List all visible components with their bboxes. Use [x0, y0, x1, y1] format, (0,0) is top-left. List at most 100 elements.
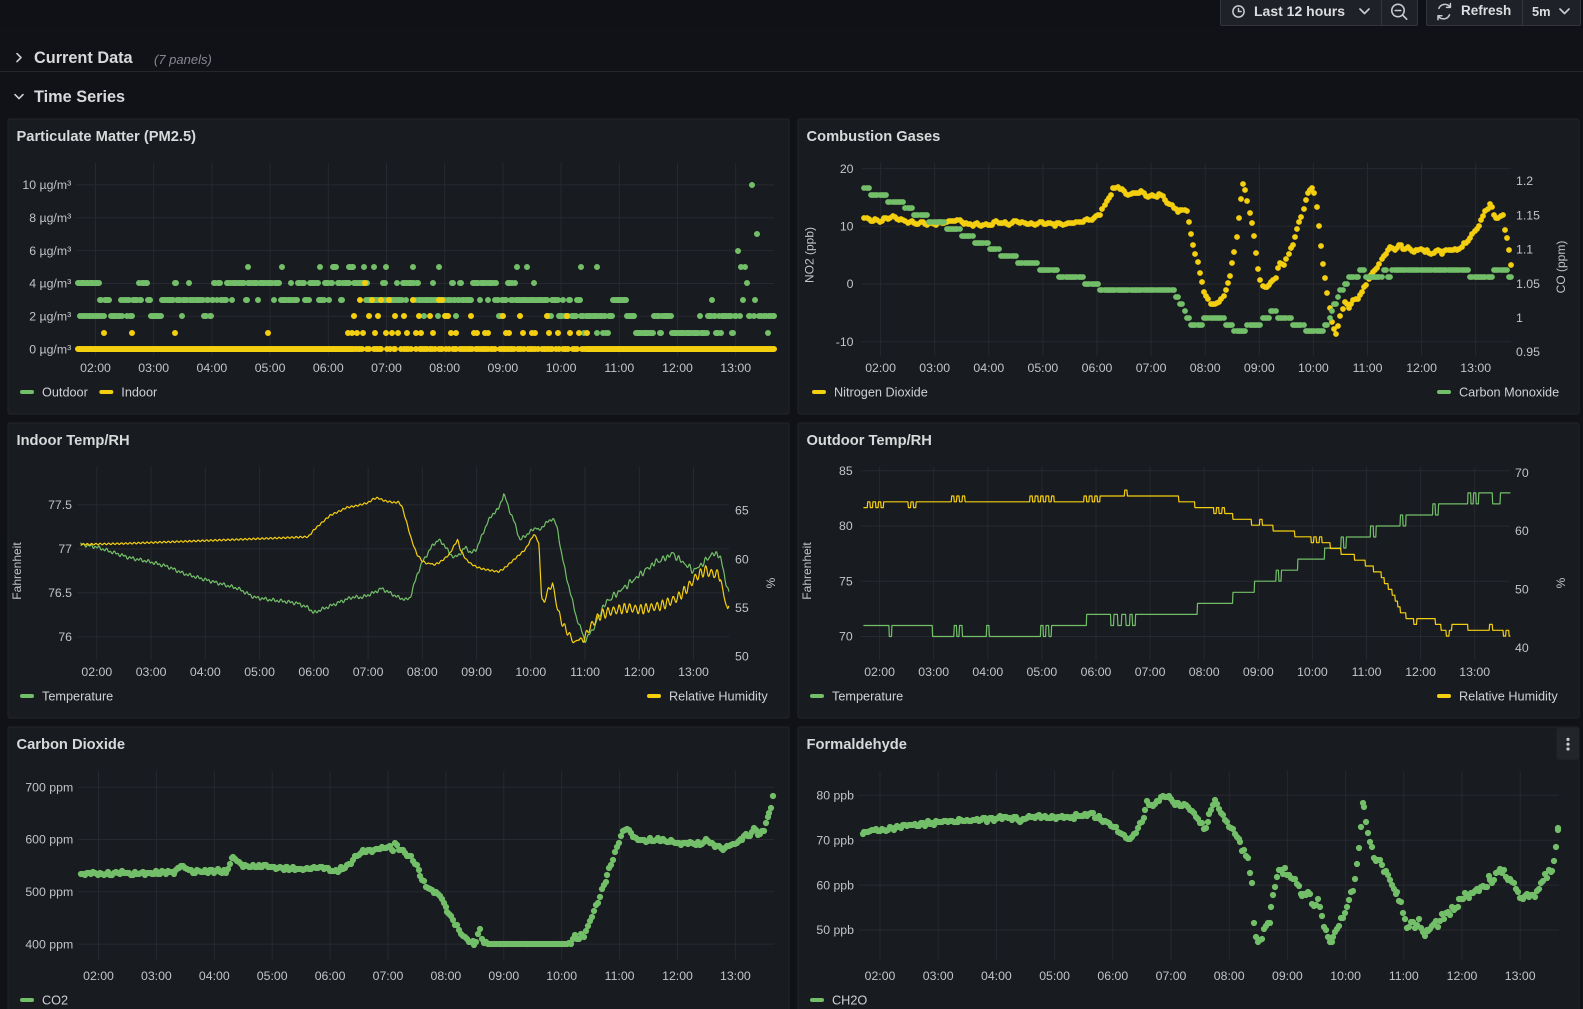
svg-text:05:00: 05:00 [1039, 969, 1070, 983]
svg-text:09:00: 09:00 [1243, 665, 1274, 679]
svg-text:10:00: 10:00 [515, 665, 546, 679]
svg-text:04:00: 04:00 [197, 361, 228, 375]
svg-text:12:00: 12:00 [1447, 969, 1478, 983]
svg-text:10:00: 10:00 [546, 361, 577, 375]
svg-text:60: 60 [1515, 524, 1529, 538]
svg-text:12:00: 12:00 [1406, 361, 1437, 375]
svg-text:07:00: 07:00 [1136, 361, 1167, 375]
svg-text:55: 55 [735, 601, 749, 615]
svg-text:07:00: 07:00 [1156, 969, 1187, 983]
svg-text:10:00: 10:00 [546, 969, 577, 983]
svg-text:80: 80 [839, 519, 853, 533]
svg-text:09:00: 09:00 [1244, 361, 1275, 375]
svg-text:77: 77 [58, 542, 72, 556]
svg-text:-10: -10 [836, 335, 854, 349]
svg-text:600 ppm: 600 ppm [25, 833, 73, 847]
svg-text:6 µg/m³: 6 µg/m³ [29, 244, 71, 258]
svg-text:50: 50 [735, 650, 749, 664]
svg-text:02:00: 02:00 [864, 665, 895, 679]
svg-text:20: 20 [840, 162, 854, 176]
svg-text:Particulate Matter (PM2.5): Particulate Matter (PM2.5) [17, 129, 197, 145]
svg-text:70 ppb: 70 ppb [816, 833, 854, 847]
svg-text:700 ppm: 700 ppm [25, 780, 73, 794]
svg-text:07:00: 07:00 [353, 665, 384, 679]
svg-text:Combustion Gases: Combustion Gases [807, 129, 941, 145]
svg-text:08:00: 08:00 [429, 361, 460, 375]
svg-text:Carbon Monoxide: Carbon Monoxide [1459, 385, 1559, 399]
svg-text:Carbon Dioxide: Carbon Dioxide [17, 737, 126, 753]
svg-text:1.1: 1.1 [1516, 243, 1533, 257]
svg-text:70: 70 [1515, 466, 1529, 480]
svg-text:11:00: 11:00 [1352, 665, 1382, 679]
svg-text:09:00: 09:00 [488, 361, 519, 375]
svg-text:06:00: 06:00 [1081, 665, 1112, 679]
svg-text:1.15: 1.15 [1516, 208, 1540, 222]
svg-text:09:00: 09:00 [461, 665, 492, 679]
svg-text:Temperature: Temperature [832, 689, 903, 703]
svg-text:50 ppb: 50 ppb [816, 923, 854, 937]
svg-text:8 µg/m³: 8 µg/m³ [29, 211, 71, 225]
svg-text:04:00: 04:00 [972, 665, 1003, 679]
svg-text:77.5: 77.5 [48, 498, 72, 512]
svg-text:05:00: 05:00 [257, 969, 288, 983]
svg-text:Relative Humidity: Relative Humidity [1459, 689, 1558, 703]
svg-text:2 µg/m³: 2 µg/m³ [29, 310, 71, 324]
svg-text:03:00: 03:00 [918, 665, 949, 679]
svg-text:70: 70 [839, 630, 853, 644]
svg-text:%: % [1554, 577, 1568, 588]
svg-text:Formaldehyde: Formaldehyde [807, 737, 907, 753]
svg-text:05:00: 05:00 [1027, 665, 1058, 679]
svg-text:04:00: 04:00 [973, 361, 1004, 375]
svg-text:500 ppm: 500 ppm [25, 885, 73, 899]
svg-text:1: 1 [1516, 311, 1523, 325]
svg-text:05:00: 05:00 [255, 361, 286, 375]
svg-text:06:00: 06:00 [1082, 361, 1113, 375]
svg-text:Indoor: Indoor [121, 385, 158, 399]
svg-text:13:00: 13:00 [1460, 361, 1491, 375]
svg-text:07:00: 07:00 [371, 361, 402, 375]
svg-text:Indoor Temp/RH: Indoor Temp/RH [17, 433, 130, 449]
svg-text:10:00: 10:00 [1330, 969, 1361, 983]
svg-text:03:00: 03:00 [923, 969, 954, 983]
svg-text:400 ppm: 400 ppm [25, 937, 73, 951]
svg-text:10:00: 10:00 [1297, 665, 1328, 679]
svg-text:05:00: 05:00 [1028, 361, 1059, 375]
svg-text:04:00: 04:00 [190, 665, 221, 679]
svg-text:03:00: 03:00 [136, 665, 167, 679]
svg-text:CH2O: CH2O [832, 993, 867, 1007]
svg-text:Fahrenheit: Fahrenheit [10, 542, 24, 600]
svg-text:65: 65 [735, 504, 749, 518]
svg-text:40: 40 [1515, 641, 1529, 655]
svg-text:Outdoor Temp/RH: Outdoor Temp/RH [807, 433, 932, 449]
svg-text:76.5: 76.5 [48, 586, 72, 600]
svg-text:13:00: 13:00 [1459, 665, 1490, 679]
svg-text:08:00: 08:00 [1189, 665, 1220, 679]
svg-text:76: 76 [58, 630, 72, 644]
svg-text:07:00: 07:00 [1135, 665, 1166, 679]
svg-text:85: 85 [839, 464, 853, 478]
svg-text:11:00: 11:00 [604, 361, 634, 375]
svg-text:12:00: 12:00 [624, 665, 655, 679]
svg-text:Outdoor: Outdoor [42, 385, 89, 399]
svg-text:Temperature: Temperature [42, 689, 113, 703]
svg-text:02:00: 02:00 [80, 361, 111, 375]
svg-text:06:00: 06:00 [313, 361, 344, 375]
svg-text:13:00: 13:00 [1505, 969, 1536, 983]
svg-text:60: 60 [735, 552, 749, 566]
svg-text:0 µg/m³: 0 µg/m³ [29, 342, 71, 356]
svg-text:04:00: 04:00 [981, 969, 1012, 983]
svg-text:03:00: 03:00 [919, 361, 950, 375]
svg-text:%: % [764, 577, 778, 588]
svg-text:08:00: 08:00 [407, 665, 438, 679]
svg-text:08:00: 08:00 [431, 969, 462, 983]
svg-text:08:00: 08:00 [1190, 361, 1221, 375]
svg-text:09:00: 09:00 [1272, 969, 1303, 983]
svg-text:NO2 (ppb): NO2 (ppb) [803, 227, 817, 283]
svg-text:12:00: 12:00 [1405, 665, 1436, 679]
svg-text:Fahrenheit: Fahrenheit [800, 542, 814, 600]
svg-text:CO2: CO2 [42, 993, 68, 1007]
svg-text:12:00: 12:00 [662, 361, 693, 375]
svg-text:10:00: 10:00 [1298, 361, 1329, 375]
svg-text:1.05: 1.05 [1516, 277, 1540, 291]
svg-text:Relative Humidity: Relative Humidity [669, 689, 768, 703]
